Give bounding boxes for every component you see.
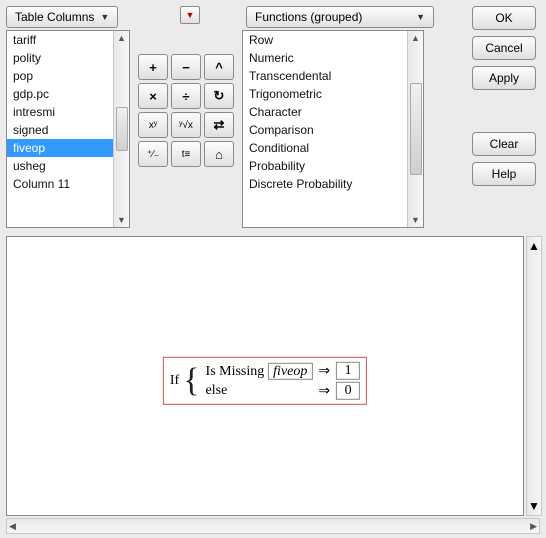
keypad-button[interactable]: ^ [204, 54, 234, 80]
chevron-down-icon: ▼ [100, 12, 109, 22]
list-item[interactable]: Comparison [243, 121, 407, 139]
scroll-left-icon[interactable]: ◀ [9, 521, 16, 532]
if-label: If [170, 373, 179, 389]
scroll-up-icon[interactable]: ▲ [528, 239, 540, 253]
list-item[interactable]: Numeric [243, 49, 407, 67]
scroll-thumb[interactable] [410, 83, 422, 175]
list-item[interactable]: fiveop [7, 139, 113, 157]
else-value[interactable]: 0 [336, 382, 360, 400]
list-item[interactable]: Transcendental [243, 67, 407, 85]
keypad-button[interactable]: ʸ√x [171, 112, 201, 138]
keypad-button[interactable]: xʸ [138, 112, 168, 138]
brace-icon: { [183, 365, 199, 397]
table-columns-label: Table Columns [15, 10, 94, 24]
list-item[interactable]: Row [243, 31, 407, 49]
list-item[interactable]: Probability [243, 157, 407, 175]
list-item[interactable]: intresmi [7, 103, 113, 121]
help-button[interactable]: Help [472, 162, 536, 186]
keypad-button[interactable]: ↻ [204, 83, 234, 109]
list-item[interactable]: usheg [7, 157, 113, 175]
list-item[interactable]: gdp.pc [7, 85, 113, 103]
then-value[interactable]: 1 [336, 362, 360, 380]
function-name: Is Missing [206, 364, 265, 379]
triangle-down-icon: ▼ [186, 10, 195, 20]
list-item[interactable]: Trigonometric [243, 85, 407, 103]
table-columns-dropdown[interactable]: Table Columns ▼ [6, 6, 118, 28]
condition-cell: Is Missing fiveop [206, 362, 313, 380]
scroll-thumb[interactable] [116, 107, 128, 151]
scroll-down-icon[interactable]: ▼ [117, 215, 126, 225]
chevron-down-icon: ▼ [416, 12, 425, 22]
scroll-up-icon[interactable]: ▲ [117, 33, 126, 43]
keypad-button[interactable]: ⇄ [204, 112, 234, 138]
functions-dropdown[interactable]: Functions (grouped) ▼ [246, 6, 434, 28]
apply-button[interactable]: Apply [472, 66, 536, 90]
keypad-button[interactable]: × [138, 83, 168, 109]
scroll-down-icon[interactable]: ▼ [411, 215, 420, 225]
list-item[interactable]: polity [7, 49, 113, 67]
formula-expression[interactable]: If { Is Missing fiveop ⇒ 1 else ⇒ 0 [163, 357, 367, 405]
delete-button[interactable]: ▼ [180, 6, 200, 24]
implies-icon: ⇒ [318, 382, 330, 399]
functions-label: Functions (grouped) [255, 10, 362, 24]
keypad-button[interactable]: ÷ [171, 83, 201, 109]
implies-icon: ⇒ [318, 362, 330, 379]
else-label: else [206, 383, 313, 399]
keypad-button[interactable]: − [171, 54, 201, 80]
table-columns-list[interactable]: tariffpolitypopgdp.pcintresmisignedfiveo… [6, 30, 130, 228]
functions-scrollbar[interactable]: ▲ ▼ [407, 31, 423, 227]
functions-list[interactable]: RowNumericTranscendentalTrigonometricCha… [242, 30, 424, 228]
scroll-right-icon[interactable]: ▶ [530, 521, 537, 532]
function-arg[interactable]: fiveop [268, 363, 312, 380]
list-item[interactable]: Discrete Probability [243, 175, 407, 193]
cancel-button[interactable]: Cancel [472, 36, 536, 60]
editor-vertical-scrollbar[interactable]: ▲ ▼ [526, 236, 542, 516]
list-item[interactable]: tariff [7, 31, 113, 49]
operator-keypad: +−^ ×÷↻ xʸʸ√x⇄ ⁺∕₋t≡⌂ [138, 54, 234, 167]
scroll-down-icon[interactable]: ▼ [528, 499, 540, 513]
formula-editor[interactable]: If { Is Missing fiveop ⇒ 1 else ⇒ 0 [6, 236, 524, 516]
list-item[interactable]: signed [7, 121, 113, 139]
list-item[interactable]: Conditional [243, 139, 407, 157]
keypad-button[interactable]: ⌂ [204, 141, 234, 167]
keypad-button[interactable]: t≡ [171, 141, 201, 167]
keypad-button[interactable]: ⁺∕₋ [138, 141, 168, 167]
ok-button[interactable]: OK [472, 6, 536, 30]
scroll-up-icon[interactable]: ▲ [411, 33, 420, 43]
keypad-button[interactable]: + [138, 54, 168, 80]
list-item[interactable]: Character [243, 103, 407, 121]
clear-button[interactable]: Clear [472, 132, 536, 156]
editor-horizontal-scrollbar[interactable]: ◀ ▶ [6, 518, 540, 534]
list-item[interactable]: Column 11 [7, 175, 113, 193]
columns-scrollbar[interactable]: ▲ ▼ [113, 31, 129, 227]
list-item[interactable]: pop [7, 67, 113, 85]
